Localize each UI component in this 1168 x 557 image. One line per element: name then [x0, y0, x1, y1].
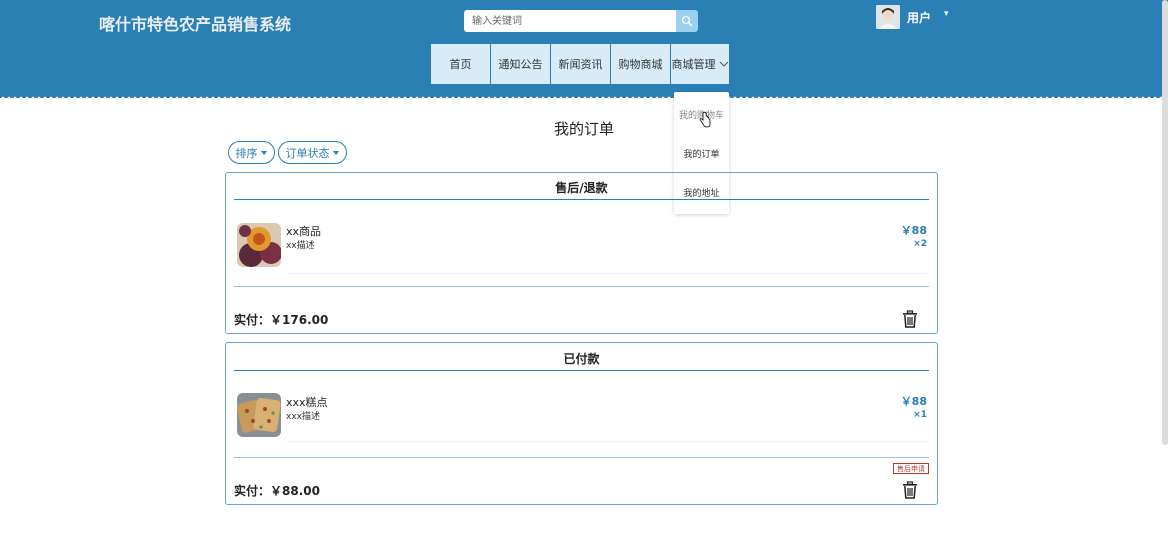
product-price: ￥88: [900, 224, 927, 237]
product-price: ￥88: [900, 395, 927, 408]
nav-item-mall-management[interactable]: 商城管理: [670, 44, 729, 84]
paid-amount: ￥176.00: [270, 313, 329, 327]
trash-icon[interactable]: [902, 310, 918, 328]
plum-fruit-image: [237, 223, 281, 267]
user-menu-caret-icon[interactable]: ▾: [944, 9, 949, 19]
nav-item-notices[interactable]: 通知公告: [490, 44, 550, 84]
divider: [234, 199, 929, 200]
divider: [234, 457, 929, 458]
site-header: 喀什市特色农产品销售系统 用户 ▾ 首页 通知公告 新闻资讯 购物商城 商城管理: [0, 0, 1168, 98]
chevron-down-icon: [719, 61, 728, 67]
user-avatar-icon: [876, 5, 900, 29]
caret-down-icon: [260, 150, 267, 155]
main-nav: 首页 通知公告 新闻资讯 购物商城 商城管理: [431, 44, 729, 84]
order-status: 已付款: [563, 352, 600, 366]
user-menu-label[interactable]: 用户: [907, 9, 931, 26]
site-title[interactable]: 喀什市特色农产品销售系统: [99, 11, 291, 35]
paid-total: 实付：￥176.00: [234, 311, 328, 328]
order-status-dropdown-label: 订单状态: [285, 146, 330, 160]
after-sales-apply-button[interactable]: 售后申请: [893, 463, 929, 474]
page-title: 我的订单: [553, 120, 614, 138]
paid-label: 实付：: [234, 313, 271, 327]
product-quantity: ×2: [913, 239, 927, 249]
nav-item-home[interactable]: 首页: [431, 44, 490, 84]
sort-dropdown-label: 排序: [235, 146, 258, 160]
order-status-dropdown[interactable]: 订单状态: [278, 141, 347, 164]
caret-down-icon: [332, 150, 339, 155]
sort-dropdown[interactable]: 排序: [228, 141, 275, 164]
product-description: xxx描述: [286, 412, 320, 422]
nav-item-shop[interactable]: 购物商城: [610, 44, 670, 84]
product-name[interactable]: xx商品: [286, 223, 321, 239]
order-card: 已付款 xxx糕点 xxx描述 ￥88 ×1 售后申请 实付：￥88.00: [225, 342, 938, 505]
order-status: 售后/退款: [555, 181, 608, 195]
paid-amount: ￥88.00: [270, 484, 320, 498]
product-image[interactable]: [237, 393, 281, 437]
product-description: xx描述: [286, 241, 315, 251]
search-icon: [681, 15, 693, 27]
dropdown-item-my-orders[interactable]: 我的订单: [674, 147, 729, 160]
trash-icon[interactable]: [902, 481, 918, 499]
search-button[interactable]: [676, 10, 698, 32]
nav-item-mall-management-label: 商城管理: [671, 58, 716, 71]
divider: [234, 370, 929, 371]
header-scalloped-border: [0, 96, 1168, 100]
avatar[interactable]: [876, 5, 900, 29]
nav-item-news[interactable]: 新闻资讯: [550, 44, 610, 84]
product-image[interactable]: [237, 223, 281, 267]
paid-total: 实付：￥88.00: [234, 482, 320, 499]
divider: [286, 441, 929, 442]
page-scrollbar[interactable]: [1162, 0, 1168, 445]
search-input[interactable]: [464, 10, 676, 32]
product-name[interactable]: xxx糕点: [286, 394, 328, 410]
divider: [286, 273, 929, 274]
pastry-image: [237, 393, 281, 437]
paid-label: 实付：: [234, 484, 271, 498]
divider: [234, 286, 929, 287]
product-quantity: ×1: [913, 410, 927, 420]
order-card: 售后/退款 xx商品 xx描述 ￥88 ×2 实付：￥176.00: [225, 172, 938, 334]
